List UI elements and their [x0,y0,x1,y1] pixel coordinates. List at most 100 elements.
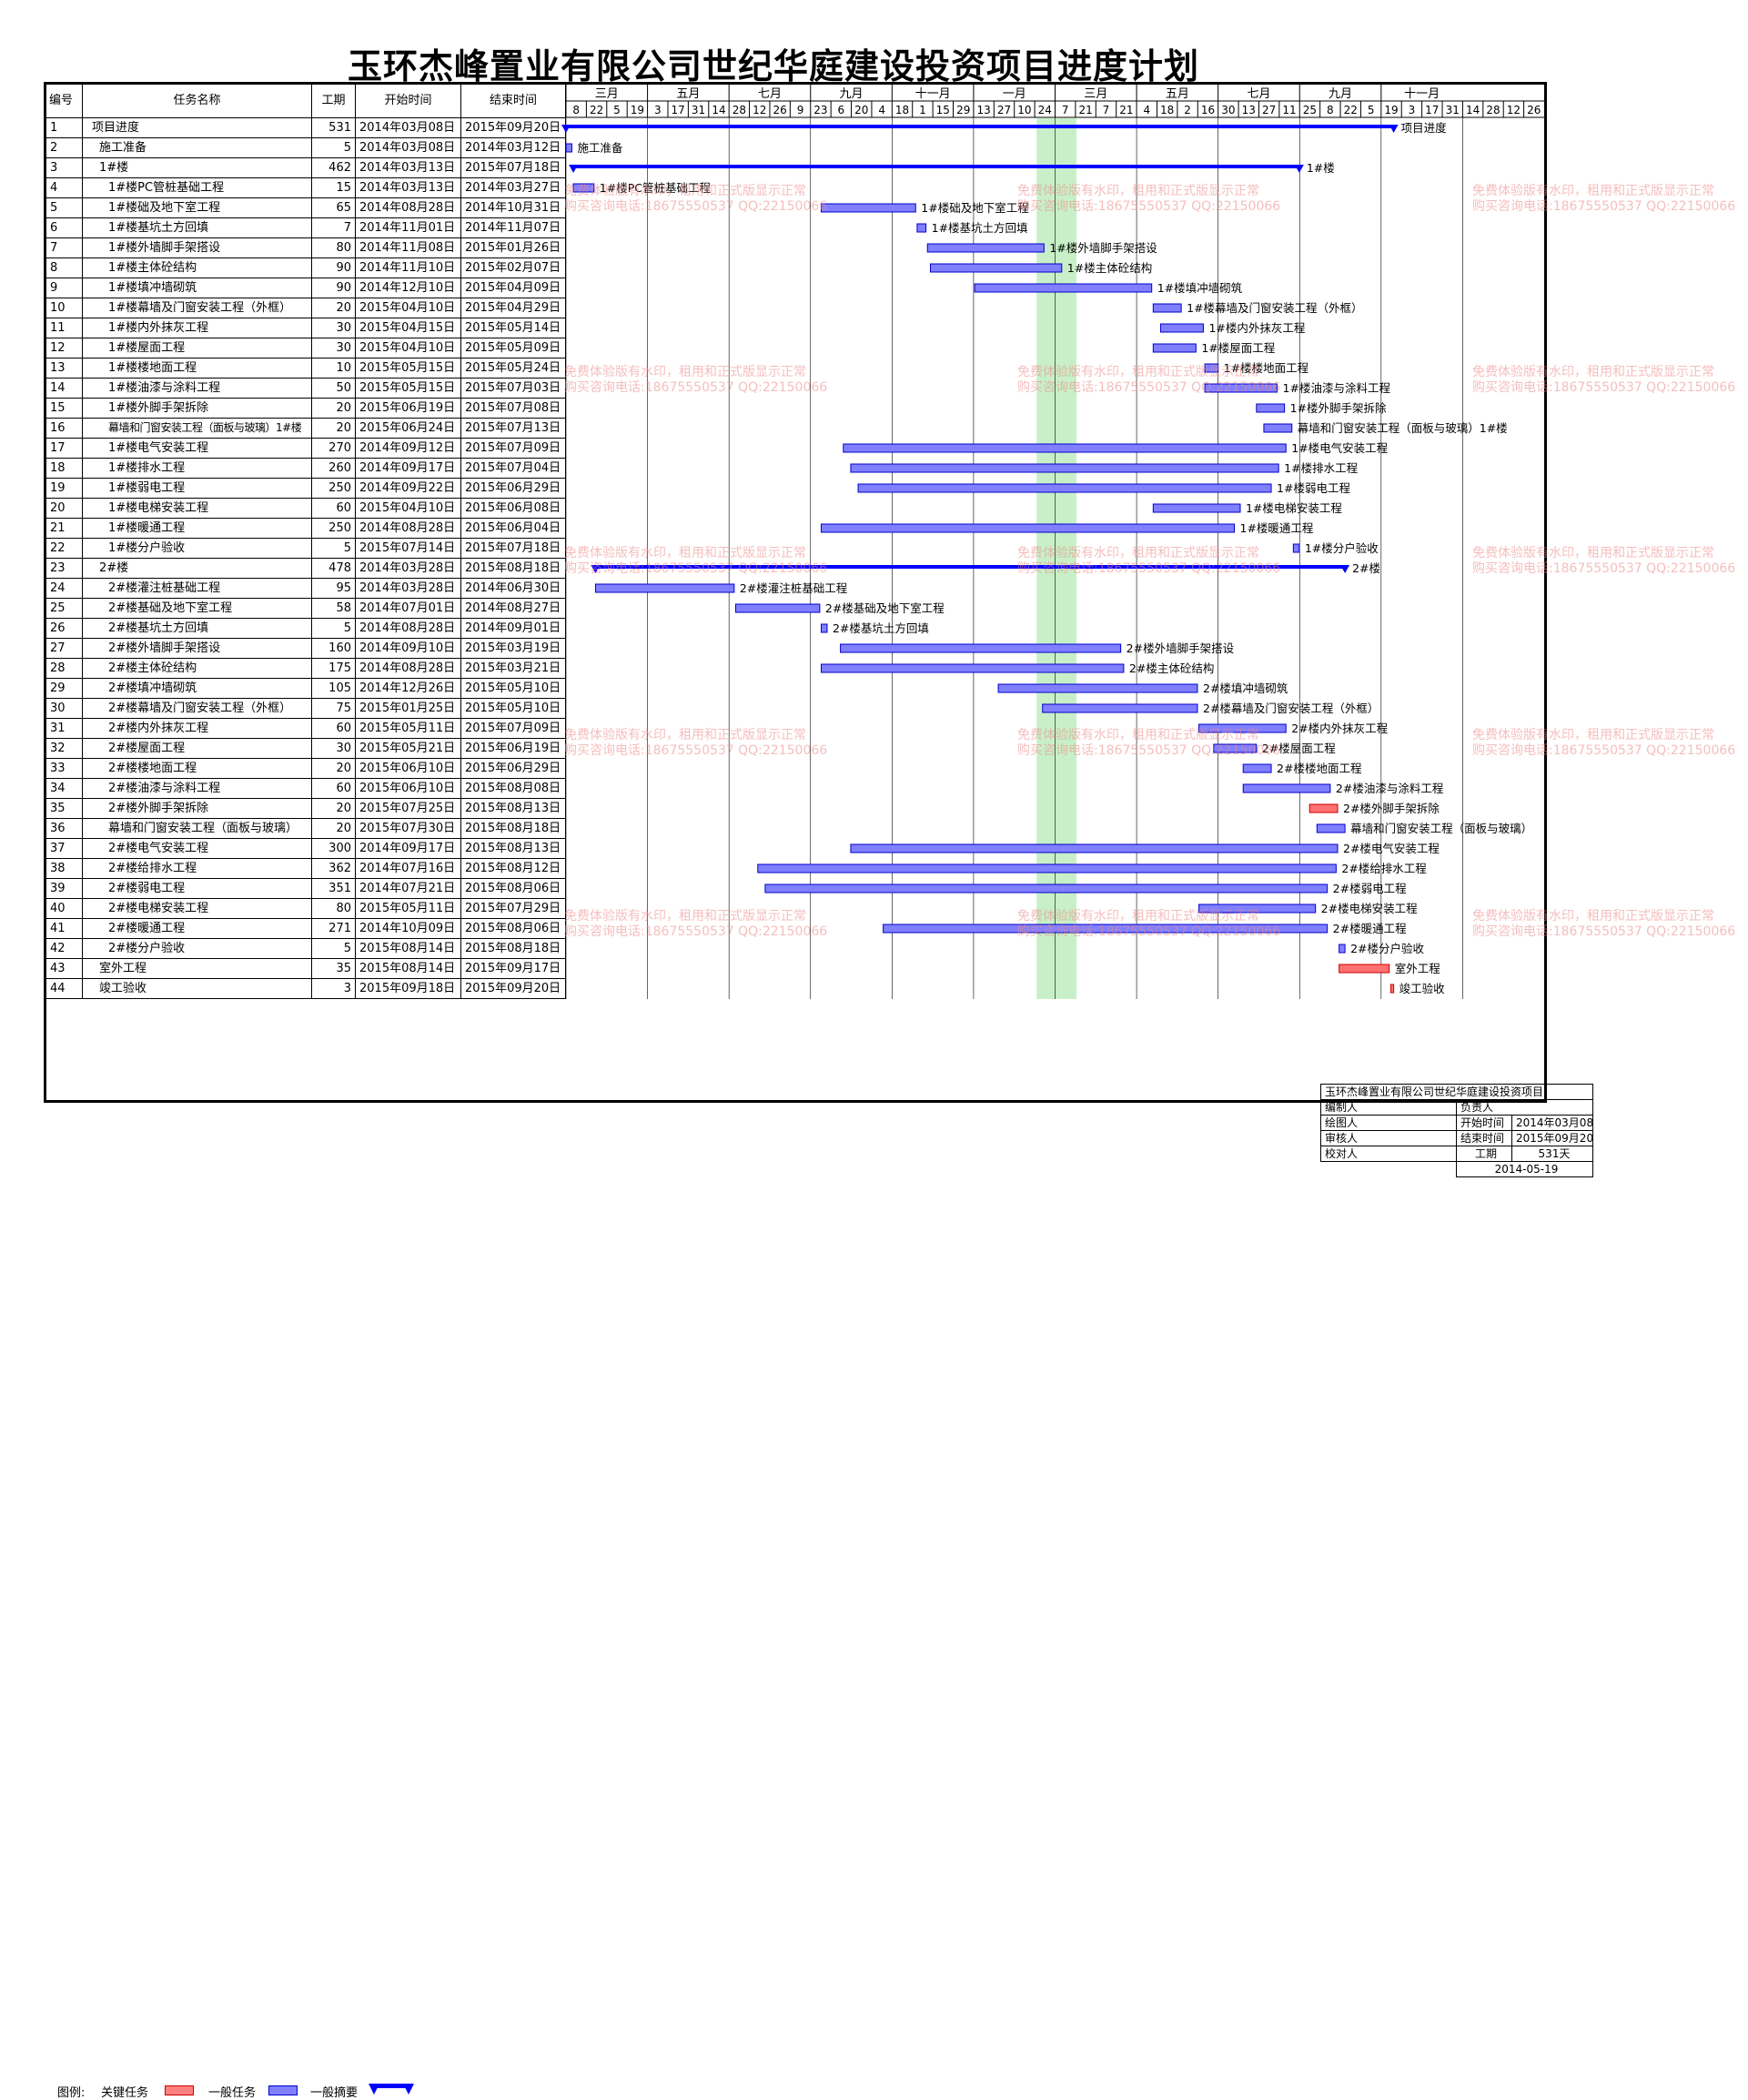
task-bar-label: 2#楼内外抹灰工程 [1291,722,1388,735]
watermark-line2: 购买咨询电话:18675550537 QQ:22150066 [1472,199,1736,214]
week-label: 26 [1527,104,1541,116]
task-bar [594,583,735,593]
month-label: 七月 [758,87,782,101]
task-bar-label: 2#楼给排水工程 [1341,862,1427,875]
info-duration-value: 531天 [1511,1146,1593,1162]
watermark-line1: 免费体验版有水印，租用和正式版显示正常 [1017,546,1259,560]
task-bar-label: 2#楼外脚手架拆除 [1343,802,1440,815]
task-bar [926,243,1045,253]
watermark-line1: 免费体验版有水印，租用和正式版显示正常 [1017,728,1259,742]
watermark-line1: 免费体验版有水印，租用和正式版显示正常 [1017,184,1259,198]
task-bar-label: 1#楼内外抹灰工程 [1208,321,1305,335]
watermark: 免费体验版有水印，租用和正式版显示正常 购买咨询电话:18675550537 QQ… [1472,546,1735,577]
info-start-value: 2014年03月08日 [1511,1115,1593,1131]
watermark-line2: 购买咨询电话:18675550537 QQ:22150066 [564,924,828,939]
watermark-line1: 免费体验版有水印，租用和正式版显示正常 [564,184,806,198]
week-label: 31 [692,104,705,116]
task-bar-label: 幕墙和门窗安装工程（面板与玻璃）1#楼 [1298,421,1508,435]
week-label: 22 [1344,104,1358,116]
task-bar [929,263,1063,273]
task-bar-label: 1#楼填冲墙砌筑 [1157,281,1243,295]
task-bar [843,443,1287,453]
month-label: 九月 [1329,87,1352,101]
task-bar [840,643,1122,653]
legend-summary-label: 一般摘要 [310,2086,359,2100]
watermark-line1: 免费体验版有水印，租用和正式版显示正常 [1472,728,1714,742]
task-bar-label: 2#楼外墙脚手架搭设 [1127,641,1235,655]
week-label: 5 [613,104,621,116]
task-bar-label: 室外工程 [1395,962,1441,975]
week-label: 12 [753,104,766,116]
week-label: 20 [854,104,868,116]
watermark-line2: 购买咨询电话:18675550537 QQ:22150066 [1017,924,1281,939]
week-label: 19 [1384,104,1398,116]
week-label: 1 [919,104,926,116]
watermark: 免费体验版有水印，租用和正式版显示正常 购买咨询电话:18675550537 QQ… [564,546,827,577]
task-bar-label: 2#楼电梯安装工程 [1321,902,1418,915]
info-start-label: 开始时间 [1456,1115,1512,1131]
week-label: 19 [631,104,644,116]
week-label: 12 [1507,104,1521,116]
week-label: 14 [712,104,725,116]
month-label: 十一月 [1404,87,1440,101]
month-label: 三月 [1084,87,1107,101]
watermark-line1: 免费体验版有水印，租用和正式版显示正常 [564,728,806,742]
watermark: 免费体验版有水印，租用和正式版显示正常 购买咨询电话:18675550537 QQ… [1017,365,1280,396]
watermark: 免费体验版有水印，租用和正式版显示正常 购买咨询电话:18675550537 QQ… [564,728,827,759]
week-label: 7 [1103,104,1110,116]
week-label: 10 [1017,104,1031,116]
watermark-line2: 购买咨询电话:18675550537 QQ:22150066 [564,743,828,758]
task-bar-label: 1#楼 [1307,161,1335,175]
week-label: 18 [895,104,909,116]
watermark: 免费体验版有水印，租用和正式版显示正常 购买咨询电话:18675550537 QQ… [1472,728,1735,759]
task-bar [857,483,1272,493]
task-bar [1242,763,1272,773]
week-label: 21 [1119,104,1133,116]
task-bar-label: 幕墙和门窗安装工程（面板与玻璃） [1350,822,1532,835]
task-bar-label: 2#楼油漆与涂料工程 [1336,782,1444,795]
week-label: 8 [572,104,580,116]
week-label: 13 [976,104,990,116]
task-bar [1152,503,1241,513]
task-bar [1042,703,1198,713]
watermark-line2: 购买咨询电话:18675550537 QQ:22150066 [564,199,828,214]
watermark-line1: 免费体验版有水印，租用和正式版显示正常 [1017,365,1259,379]
watermark: 免费体验版有水印，租用和正式版显示正常 购买咨询电话:18675550537 QQ… [564,365,827,396]
week-label: 7 [1062,104,1069,116]
task-bar [757,863,1337,873]
summary-start-marker [569,165,579,173]
task-bar-label: 1#楼础及地下室工程 [921,201,1029,215]
week-label: 31 [1446,104,1460,116]
week-label: 8 [1327,104,1334,116]
task-bar-label: 1#楼分户验收 [1305,541,1379,555]
watermark: 免费体验版有水印，租用和正式版显示正常 购买咨询电话:18675550537 QQ… [1472,184,1735,215]
summary-end-marker [1340,565,1350,573]
task-bar [916,223,927,233]
legend-normal-swatch [268,2085,298,2095]
task-bar-label: 1#楼电气安装工程 [1291,441,1388,455]
watermark-line1: 免费体验版有水印，租用和正式版显示正常 [1472,909,1714,924]
week-label: 13 [1242,104,1256,116]
task-bar [850,463,1279,473]
summary-bar [566,125,1394,128]
watermark-line1: 免费体验版有水印，租用和正式版显示正常 [1472,365,1714,379]
task-bar-label: 1#楼油漆与涂料工程 [1283,381,1391,395]
task-bar-label: 1#楼暖通工程 [1240,521,1314,535]
week-label: 3 [1409,104,1416,116]
week-label: 4 [1143,104,1150,116]
task-bar-label: 1#楼屋面工程 [1201,341,1275,355]
watermark: 免费体验版有水印，租用和正式版显示正常 购买咨询电话:18675550537 QQ… [1017,728,1280,759]
info-end-label: 结束时间 [1456,1130,1512,1146]
task-bar-label: 施工准备 [577,141,623,155]
week-label: 11 [1282,104,1296,116]
task-bar [997,683,1198,693]
legend-title: 图例: [57,2086,86,2100]
task-bar-label: 2#楼暖通工程 [1333,922,1407,935]
week-label: 3 [654,104,662,116]
legend-critical-label: 关键任务 [101,2086,149,2100]
watermark-line1: 免费体验版有水印，租用和正式版显示正常 [564,365,806,379]
week-label: 25 [1303,104,1317,116]
watermark-line2: 购买咨询电话:18675550537 QQ:22150066 [564,561,828,576]
task-bar [1292,543,1300,553]
watermark-line2: 购买咨询电话:18675550537 QQ:22150066 [1472,924,1736,939]
